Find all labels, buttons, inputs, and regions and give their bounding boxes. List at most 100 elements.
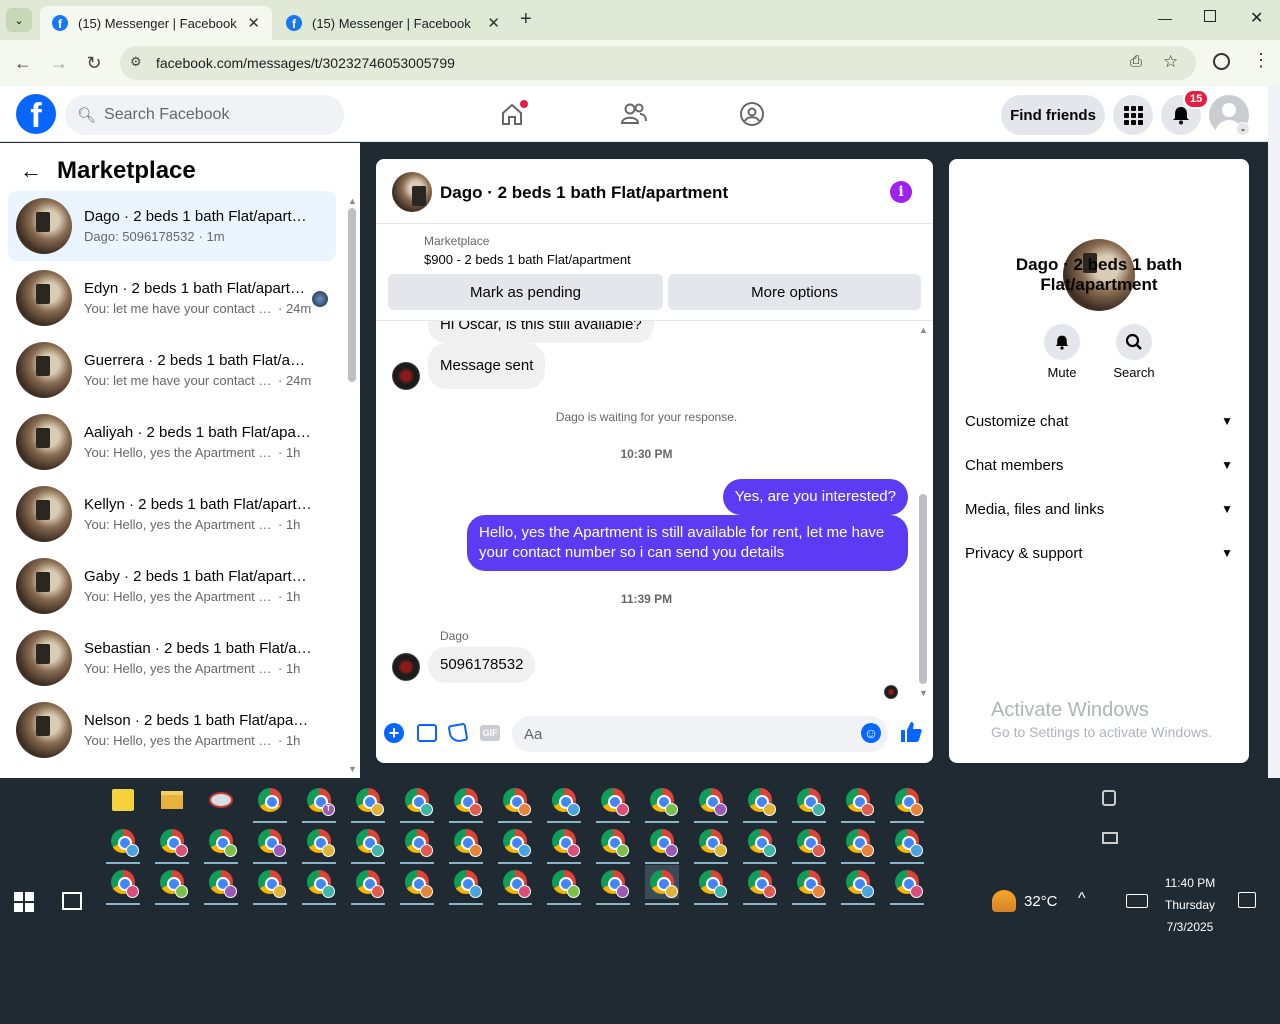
- thread-scrollbar[interactable]: [919, 494, 927, 684]
- show-hidden-icons-icon[interactable]: ^: [1078, 890, 1086, 908]
- forward-icon[interactable]: →: [48, 52, 70, 74]
- taskbar-app-button[interactable]: [792, 824, 826, 864]
- address-bar[interactable]: facebook.com/messages/t/3023274605300579…: [120, 46, 1196, 80]
- site-info-icon[interactable]: ⚙: [130, 54, 142, 70]
- taskbar-app-button[interactable]: [890, 865, 924, 905]
- taskbar-app-button[interactable]: [645, 824, 679, 864]
- chat-members-section[interactable]: Chat members ▼: [965, 445, 1233, 485]
- install-app-icon[interactable]: ⎙: [1130, 53, 1142, 70]
- search-facebook-input[interactable]: 🔍︎ Search Facebook: [65, 95, 344, 135]
- close-tab-icon[interactable]: ✕: [247, 14, 260, 32]
- task-view-icon[interactable]: [62, 892, 82, 910]
- mark-as-pending-button[interactable]: Mark as pending: [388, 274, 663, 310]
- facebook-logo-icon[interactable]: f: [16, 94, 56, 134]
- taskbar-app-button[interactable]: [890, 783, 924, 823]
- account-chevron-icon[interactable]: ⌄: [1236, 122, 1250, 136]
- customize-chat-section[interactable]: Customize chat ▼: [965, 401, 1233, 441]
- reload-icon[interactable]: ↻: [83, 52, 105, 74]
- scroll-up-icon[interactable]: ▲: [919, 325, 928, 335]
- profile-icon[interactable]: [1213, 53, 1230, 70]
- clock[interactable]: 11:40 PM Thursday 7/3/2025: [1160, 872, 1220, 938]
- taskbar-app-button[interactable]: [302, 865, 336, 905]
- back-icon[interactable]: ←: [12, 52, 34, 74]
- new-tab-button[interactable]: +: [520, 8, 542, 32]
- add-attachment-icon[interactable]: +: [384, 723, 404, 743]
- back-arrow-icon[interactable]: ←: [20, 158, 42, 184]
- taskbar-app-button[interactable]: [792, 865, 826, 905]
- taskbar-app-button[interactable]: [106, 865, 140, 905]
- chat-list-item[interactable]: Kellyn · 2 beds 1 bath Flat/apartment Yo…: [8, 479, 336, 549]
- taskbar-app-button[interactable]: [547, 824, 581, 864]
- keyboard-icon[interactable]: [1126, 894, 1148, 908]
- taskbar-app-button[interactable]: [302, 824, 336, 864]
- taskbar-app-button[interactable]: [694, 783, 728, 823]
- weather-temp[interactable]: 32°C: [1024, 893, 1058, 910]
- taskbar-app-button[interactable]: [596, 783, 630, 823]
- taskbar-app-button[interactable]: [547, 865, 581, 905]
- taskbar-app-button[interactable]: [351, 783, 385, 823]
- taskbar-app-button[interactable]: [792, 783, 826, 823]
- taskbar-app-button[interactable]: [106, 783, 140, 817]
- taskbar-app-button[interactable]: [204, 865, 238, 905]
- chat-list-scrollbar[interactable]: [348, 208, 356, 382]
- chat-list-item[interactable]: Dago · 2 beds 1 bath Flat/apartment Dago…: [8, 191, 336, 261]
- taskbar-app-button[interactable]: [596, 824, 630, 864]
- taskbar-app-button[interactable]: [351, 865, 385, 905]
- taskbar-app-button[interactable]: [841, 865, 875, 905]
- action-center-icon[interactable]: [1238, 892, 1256, 908]
- message-input[interactable]: Aa: [512, 716, 888, 752]
- taskbar-app-button[interactable]: [400, 783, 434, 823]
- tab-messenger-2[interactable]: f (15) Messenger | Facebook ✕: [274, 6, 512, 40]
- windows-start-icon[interactable]: [14, 892, 34, 912]
- taskbar-app-button[interactable]: [155, 824, 189, 864]
- mute-button[interactable]: [1044, 324, 1080, 360]
- media-files-links-section[interactable]: Media, files and links ▼: [965, 489, 1233, 529]
- groups-icon[interactable]: [739, 101, 765, 127]
- bookmark-star-icon[interactable]: ☆: [1163, 52, 1178, 72]
- weather-icon[interactable]: [992, 890, 1016, 912]
- home-icon[interactable]: [499, 100, 528, 127]
- taskbar-app-button[interactable]: [449, 865, 483, 905]
- network-icon[interactable]: [1102, 832, 1118, 844]
- scroll-up-icon[interactable]: ▲: [348, 196, 357, 206]
- tab-search-button[interactable]: ⌄: [6, 8, 32, 32]
- taskbar-app-button[interactable]: [449, 783, 483, 823]
- chat-list-item[interactable]: Edyn · 2 beds 1 bath Flat/apartment You:…: [8, 263, 336, 333]
- friends-icon[interactable]: [619, 101, 647, 127]
- taskbar-app-button[interactable]: [547, 783, 581, 823]
- taskbar-app-button[interactable]: [743, 824, 777, 864]
- taskbar-app-button[interactable]: [596, 865, 630, 905]
- taskbar-app-button[interactable]: [841, 783, 875, 823]
- photo-icon[interactable]: [417, 724, 437, 742]
- conversation-title[interactable]: Dago · 2 beds 1 bath Flat/apartment: [440, 183, 728, 203]
- conversation-avatar[interactable]: [392, 172, 432, 212]
- privacy-support-section[interactable]: Privacy & support ▼: [965, 533, 1233, 573]
- taskbar-app-button[interactable]: [449, 824, 483, 864]
- find-friends-button[interactable]: Find friends: [1001, 95, 1105, 135]
- taskbar-app-button[interactable]: [498, 824, 532, 864]
- taskbar-app-button[interactable]: [498, 783, 532, 823]
- taskbar-app-button[interactable]: [253, 783, 287, 823]
- tab-messenger-1[interactable]: f (15) Messenger | Facebook ✕: [40, 6, 272, 40]
- emoji-icon[interactable]: ☺: [861, 723, 881, 743]
- taskbar-app-button[interactable]: [694, 824, 728, 864]
- taskbar-app-button[interactable]: [400, 865, 434, 905]
- restore-icon[interactable]: [1204, 10, 1216, 22]
- taskbar-app-button[interactable]: [743, 865, 777, 905]
- minimize-icon[interactable]: —: [1158, 10, 1172, 26]
- sender-avatar[interactable]: [392, 653, 420, 681]
- taskbar-app-button[interactable]: [498, 865, 532, 905]
- taskbar-app-button[interactable]: [351, 824, 385, 864]
- taskbar-app-button[interactable]: [743, 783, 777, 823]
- taskbar-app-button[interactable]: [694, 865, 728, 905]
- chat-list-item[interactable]: Aaliyah · 2 beds 1 bath Flat/apartment Y…: [8, 407, 336, 477]
- scroll-down-icon[interactable]: ▼: [919, 688, 928, 698]
- page-scrollbar[interactable]: [1268, 86, 1280, 778]
- taskbar-app-button[interactable]: [841, 824, 875, 864]
- more-options-button[interactable]: More options: [668, 274, 921, 310]
- chat-list-item[interactable]: Gaby · 2 beds 1 bath Flat/apartment You:…: [8, 551, 336, 621]
- like-thumb-icon[interactable]: [899, 720, 923, 750]
- scroll-down-icon[interactable]: ▼: [348, 764, 357, 774]
- taskbar-app-button[interactable]: [106, 824, 140, 864]
- taskbar-app-button[interactable]: [890, 824, 924, 864]
